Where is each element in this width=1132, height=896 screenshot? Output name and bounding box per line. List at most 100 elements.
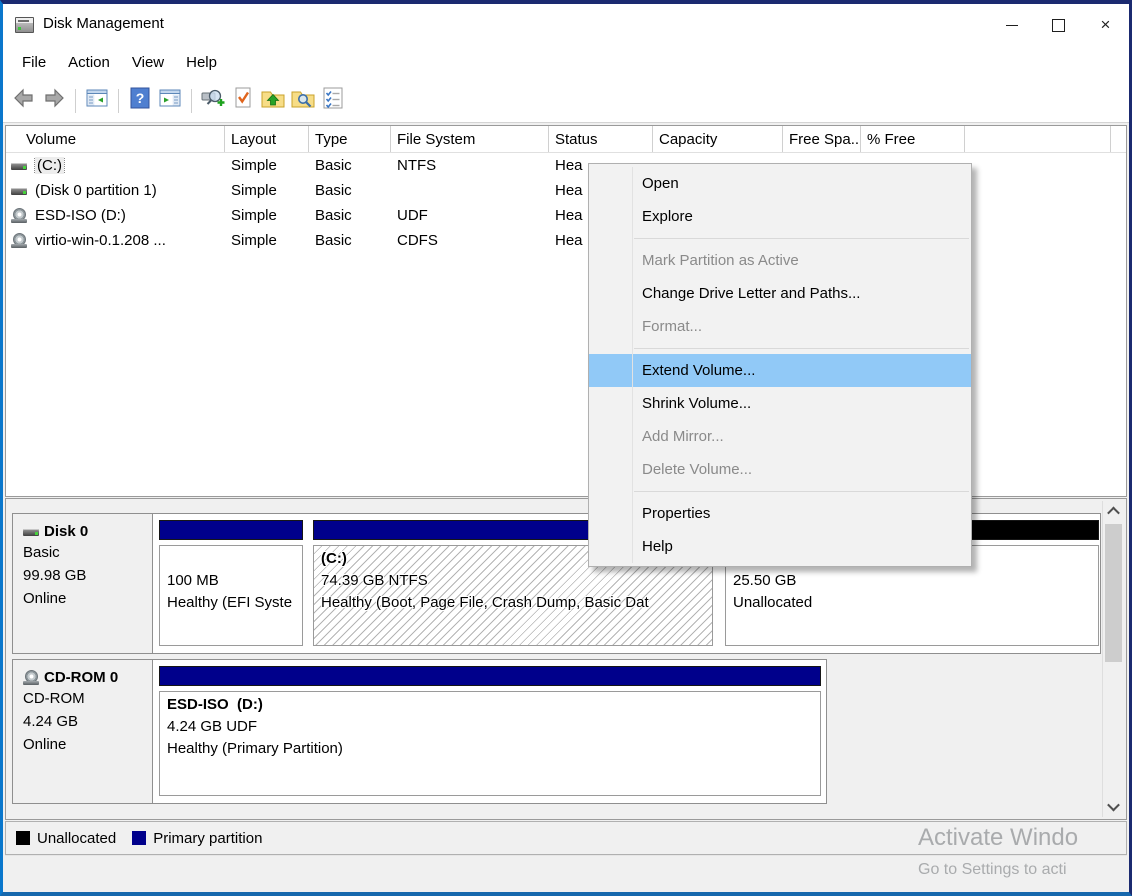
search-folder-icon xyxy=(290,85,316,116)
search-folder-button[interactable] xyxy=(288,86,318,116)
menu-item-extend-volume[interactable]: Extend Volume... xyxy=(589,354,971,387)
check-document-icon xyxy=(230,85,256,116)
type-cell: Basic xyxy=(309,207,391,224)
scrollbar-thumb[interactable] xyxy=(1105,524,1122,662)
help-button[interactable]: ? xyxy=(125,86,155,116)
type-cell: Basic xyxy=(309,157,391,174)
check-document-button[interactable] xyxy=(228,86,258,116)
file-system-cell: NTFS xyxy=(391,157,549,174)
partition-line: Healthy (Boot, Page File, Crash Dump, Ba… xyxy=(321,592,712,614)
layout-cell: Simple xyxy=(225,232,309,249)
scroll-up-button[interactable] xyxy=(1103,501,1124,522)
menu-item-shrink-volume[interactable]: Shrink Volume... xyxy=(589,387,971,420)
menu-file[interactable]: File xyxy=(11,49,57,76)
legend-item-primary-partition: Primary partition xyxy=(132,830,262,847)
column-header-status[interactable]: Status xyxy=(549,126,653,152)
up-folder-button[interactable] xyxy=(258,86,288,116)
legend-item-unallocated: Unallocated xyxy=(16,830,116,847)
console-tree-icon xyxy=(84,85,110,116)
disk-kind: Basic xyxy=(23,542,148,563)
app-icon xyxy=(15,17,34,33)
partition[interactable]: ESD-ISO (D:)4.24 GB UDFHealthy (Primary … xyxy=(159,660,821,803)
column-header-volume[interactable]: Volume xyxy=(6,126,225,152)
layout-cell: Simple xyxy=(225,182,309,199)
legend-label: Unallocated xyxy=(37,830,116,847)
cd-rom-icon xyxy=(11,233,29,249)
menu-item-add-mirror[interactable]: Add Mirror... xyxy=(589,420,971,453)
disk-name-text: CD-ROM 0 xyxy=(44,669,118,686)
disk-name: CD-ROM 0 xyxy=(23,669,148,686)
close-icon: × xyxy=(1101,15,1111,35)
partition-line: Healthy (EFI Syste xyxy=(167,592,302,614)
column-header-file-system[interactable]: File System xyxy=(391,126,549,152)
action-pane-icon xyxy=(157,85,183,116)
minimize-button[interactable] xyxy=(988,4,1035,46)
partition[interactable]: 100 MBHealthy (EFI Syste xyxy=(159,514,303,653)
scroll-down-button[interactable] xyxy=(1103,796,1124,817)
menu-item-help[interactable]: Help xyxy=(589,530,971,563)
disk-label-panel[interactable]: CD-ROM 0CD-ROM4.24 GBOnline xyxy=(13,660,153,803)
menu-item-delete-volume[interactable]: Delete Volume... xyxy=(589,453,971,486)
context-menu: OpenExplore Mark Partition as ActiveChang… xyxy=(588,163,972,567)
maximize-button[interactable] xyxy=(1035,4,1082,46)
partition-line: 74.39 GB NTFS xyxy=(321,570,712,592)
toolbar-separator xyxy=(75,89,76,113)
menu-item-change-drive-letter-and-paths[interactable]: Change Drive Letter and Paths... xyxy=(589,277,971,310)
disk-size: 4.24 GB xyxy=(23,711,148,732)
svg-text:?: ? xyxy=(136,90,145,106)
menu-help[interactable]: Help xyxy=(175,49,228,76)
partition-title xyxy=(167,548,302,570)
column-header-blank[interactable] xyxy=(965,126,1111,152)
menu-action[interactable]: Action xyxy=(57,49,121,76)
partition-line: 100 MB xyxy=(167,570,302,592)
column-header-%-free[interactable]: % Free xyxy=(861,126,965,152)
partition-body[interactable]: ESD-ISO (D:)4.24 GB UDFHealthy (Primary … xyxy=(159,691,821,796)
vertical-scrollbar[interactable] xyxy=(1102,501,1124,817)
menu-item-open[interactable]: Open xyxy=(589,167,971,200)
task-checklist-button[interactable] xyxy=(318,86,348,116)
chevron-down-icon xyxy=(1107,799,1120,812)
disk-name: Disk 0 xyxy=(23,523,148,540)
volume-name: (C:) xyxy=(35,157,64,174)
toolbar: ? xyxy=(3,79,1129,123)
up-folder-icon xyxy=(260,85,286,116)
menu-item-mark-partition-as-active[interactable]: Mark Partition as Active xyxy=(589,244,971,277)
column-header-layout[interactable]: Layout xyxy=(225,126,309,152)
menu-item-explore[interactable]: Explore xyxy=(589,200,971,233)
file-system-cell: CDFS xyxy=(391,232,549,249)
legend-swatch xyxy=(16,831,30,845)
disk-management-window: Disk Management × FileActionViewHelp ? V… xyxy=(0,0,1132,896)
menu-view[interactable]: View xyxy=(121,49,175,76)
maximize-icon xyxy=(1052,19,1065,32)
menu-item-properties[interactable]: Properties xyxy=(589,497,971,530)
action-pane-button[interactable] xyxy=(155,86,185,116)
menu-item-format[interactable]: Format... xyxy=(589,310,971,343)
partition-line: 4.24 GB UDF xyxy=(167,716,820,738)
volume-list-header: VolumeLayoutTypeFile SystemStatusCapacit… xyxy=(6,126,1126,153)
disk-label-panel[interactable]: Disk 0Basic99.98 GBOnline xyxy=(13,514,153,653)
watermark-line2: Go to Settings to acti xyxy=(918,861,1078,879)
file-system-cell: UDF xyxy=(391,207,549,224)
toolbar-separator xyxy=(118,89,119,113)
column-header-free-spa-[interactable]: Free Spa... xyxy=(783,126,861,152)
type-cell: Basic xyxy=(309,182,391,199)
partition-body[interactable]: 100 MBHealthy (EFI Syste xyxy=(159,545,303,646)
minimize-icon xyxy=(1006,25,1018,26)
column-header-type[interactable]: Type xyxy=(309,126,391,152)
layout-cell: Simple xyxy=(225,157,309,174)
volume-cell: virtio-win-0.1.208 ... xyxy=(6,232,225,249)
type-cell: Basic xyxy=(309,232,391,249)
volume-cell: (Disk 0 partition 1) xyxy=(6,182,225,199)
back-arrow-button[interactable] xyxy=(9,86,39,116)
console-tree-button[interactable] xyxy=(82,86,112,116)
forward-arrow-button[interactable] xyxy=(39,86,69,116)
column-header-capacity[interactable]: Capacity xyxy=(653,126,783,152)
disk-row-cd-rom-0: CD-ROM 0CD-ROM4.24 GBOnlineESD-ISO (D:)4… xyxy=(12,659,827,804)
partition-color-band xyxy=(159,666,821,686)
rescan-disks-button[interactable] xyxy=(198,86,228,116)
legend-label: Primary partition xyxy=(153,830,262,847)
menu-bar: FileActionViewHelp xyxy=(3,46,1129,79)
volume-name: ESD-ISO (D:) xyxy=(35,207,126,224)
watermark-line1: Activate Windo xyxy=(918,824,1078,852)
close-button[interactable]: × xyxy=(1082,4,1129,46)
